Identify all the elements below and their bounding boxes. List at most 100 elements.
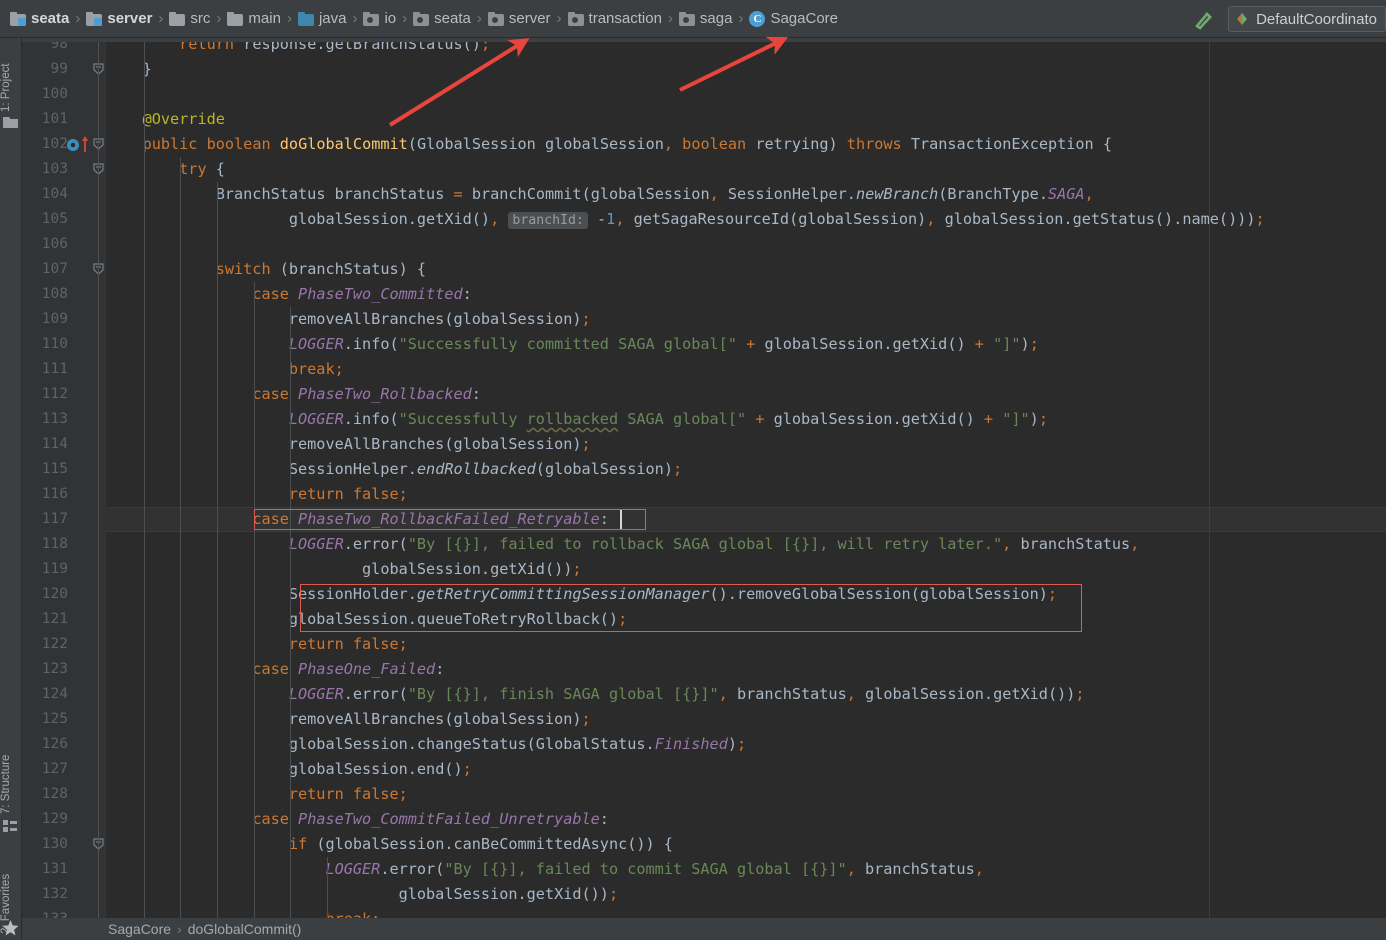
right-margin-guide [1209,38,1210,920]
breadcrumb-item-transaction[interactable]: transaction [566,6,664,32]
package-icon [413,11,430,26]
code-line-126[interactable]: globalSession.changeStatus(GlobalStatus.… [106,732,746,757]
line-number: 118 [41,536,68,552]
code-line-115[interactable]: SessionHelper.endRollbacked(globalSessio… [106,457,682,482]
indent-guide [143,38,145,920]
line-number: 109 [41,311,68,327]
breadcrumb-item-seata[interactable]: seata [411,6,473,32]
breadcrumb-separator: › [286,10,292,27]
toolbar-right: DefaultCoordinato [1190,0,1386,38]
package-icon [363,11,380,26]
star-icon [2,920,19,936]
indent-guide [180,157,182,920]
line-number: 129 [41,811,68,827]
code-line-131[interactable]: LOGGER.error("By [{}], failed to commit … [106,857,983,882]
status-breadcrumb-separator: › [177,921,182,937]
code-editor[interactable]: 98 99 100 101 102 103 104 105 106 107 108 109 110 111… [22,38,1386,920]
code-line-102[interactable]: public boolean doGlobalCommit(GlobalSess… [106,132,1112,157]
code-line-101[interactable]: @Override [106,107,225,132]
status-breadcrumb-class[interactable]: SagaCore [108,921,171,937]
code-line-111[interactable]: break; [106,357,344,382]
code-line-127[interactable]: globalSession.end(); [106,757,472,782]
line-number: 114 [41,436,68,452]
breadcrumb-item-label: SagaCore [770,10,838,27]
breadcrumb-item-server[interactable]: server [84,6,154,32]
package-icon [487,11,504,26]
ide-window: seata › server › src › main › java › io › seata › serv… [0,0,1386,940]
line-number: 116 [41,486,68,502]
run-config-icon [1235,12,1249,26]
code-line-125[interactable]: removeAllBranches(globalSession); [106,707,591,732]
code-line-105[interactable]: globalSession.getXid(), branchId: -1, ge… [106,207,1265,232]
code-line-119[interactable]: globalSession.getXid()); [106,557,582,582]
status-breadcrumb-method[interactable]: doGlobalCommit() [188,921,302,937]
editor-code-area[interactable]: return response.getBranchStatus(); } @Ov… [106,38,1386,920]
breadcrumb-separator: › [476,10,482,27]
code-line-116[interactable]: return false; [106,482,408,507]
breadcrumb-item-label: java [318,10,347,27]
code-line-132[interactable]: globalSession.getXid()); [106,882,619,907]
code-line-130[interactable]: if (globalSession.canBeCommittedAsync())… [106,832,673,857]
breadcrumb-item-java[interactable]: java [296,6,349,32]
package-icon [567,11,584,26]
breadcrumb-item-label: seata [434,10,471,27]
breadcrumb-item-server[interactable]: server [486,6,553,32]
breadcrumb-item-label: main [248,10,281,27]
breadcrumb-separator: › [158,10,164,27]
line-number: 127 [41,761,68,777]
editor-gutter[interactable]: 98 99 100 101 102 103 104 105 106 107 108 109 110 111… [22,38,106,920]
structure-icon [3,820,18,833]
sidebar-item-project[interactable]: 1: Project [0,46,22,112]
code-line-121[interactable]: globalSession.queueToRetryRollback(); [106,607,627,632]
code-line-107[interactable]: switch (branchStatus) { [106,257,426,282]
code-line-112[interactable]: case PhaseTwo_Rollbacked: [106,382,481,407]
status-breadcrumb: SagaCore › doGlobalCommit() [22,918,1386,940]
inlay-hint-branchid: branchId: [508,212,588,229]
code-line-99[interactable]: } [106,57,152,82]
code-line-120[interactable]: SessionHolder.getRetryCommittingSessionM… [106,582,1057,607]
sidebar-item-structure[interactable]: 7: Structure [0,728,22,814]
code-line-129[interactable]: case PhaseTwo_CommitFailed_Unretryable: [106,807,609,832]
code-line-108[interactable]: case PhaseTwo_Committed: [106,282,471,307]
breadcrumb-item-saga[interactable]: saga [677,6,735,32]
code-line-104[interactable]: BranchStatus branchStatus = branchCommit… [106,182,1094,207]
code-line-110[interactable]: LOGGER.info("Successfully committed SAGA… [106,332,1039,357]
line-number: 131 [41,861,68,877]
breadcrumb-separator: › [667,10,673,27]
breadcrumb-item-src[interactable]: src [167,6,212,32]
indent-guide [290,307,292,920]
line-number: 122 [41,636,68,652]
indent-guide [216,182,218,920]
code-line-109[interactable]: removeAllBranches(globalSession); [106,307,591,332]
folder-icon [227,11,244,26]
breadcrumb-item-sagacore[interactable]: C SagaCore [747,6,840,32]
run-configuration-selector[interactable]: DefaultCoordinato [1228,6,1386,32]
line-number: 108 [41,286,68,302]
breadcrumb-item-seata[interactable]: seata [8,6,71,32]
line-number: 100 [41,86,68,102]
gutter-icons-line-102[interactable] [66,132,96,157]
code-line-114[interactable]: removeAllBranches(globalSession); [106,432,591,457]
breadcrumb-separator: › [216,10,222,27]
line-number: 106 [41,236,68,252]
breadcrumb-item-label: saga [699,10,733,27]
module-folder-icon [86,11,103,26]
code-line-118[interactable]: LOGGER.error("By [{}], failed to rollbac… [106,532,1139,557]
code-line-128[interactable]: return false; [106,782,408,807]
line-number: 128 [41,786,68,802]
code-line-113[interactable]: LOGGER.info("Successfully rollbacked SAG… [106,407,1048,432]
navigation-bar: seata › server › src › main › java › io › seata › serv… [0,0,1386,38]
class-icon: C [749,10,766,27]
code-line-103[interactable]: try { [106,157,225,182]
line-number: 125 [41,711,68,727]
code-line-122[interactable]: return false; [106,632,408,657]
line-number: 132 [41,886,68,902]
breadcrumb-item-io[interactable]: io [361,6,398,32]
line-number: 119 [41,561,68,577]
code-line-117[interactable]: case PhaseTwo_RollbackFailed_Retryable: [106,507,609,532]
source-folder-icon [297,11,314,26]
code-line-123[interactable]: case PhaseOne_Failed: [106,657,444,682]
breadcrumb-item-label: server [107,10,153,27]
build-icon[interactable] [1190,6,1216,32]
breadcrumb-item-main[interactable]: main [225,6,283,32]
